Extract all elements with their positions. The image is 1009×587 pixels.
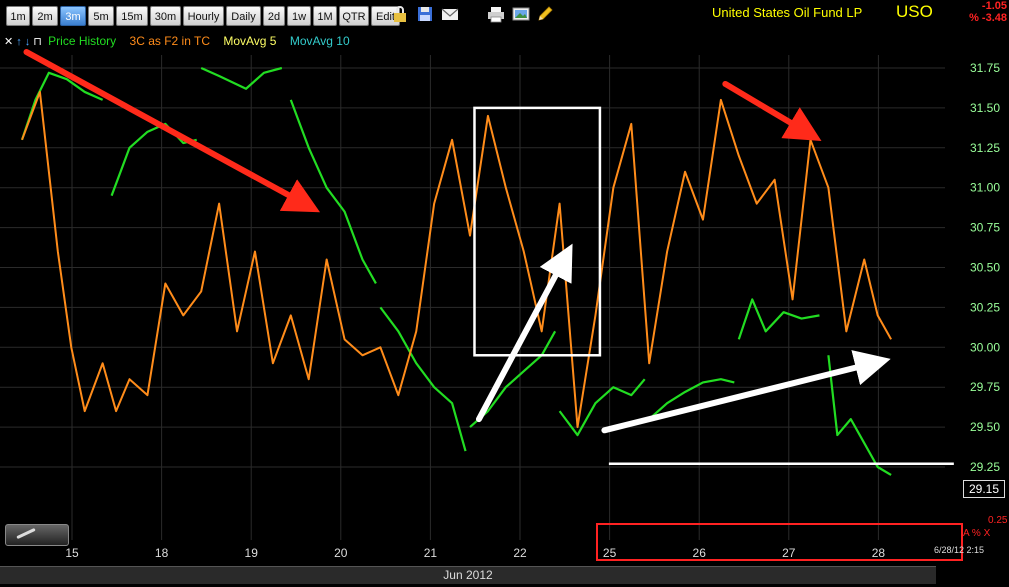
y-tick-label: 29.25 <box>970 460 1000 474</box>
y-tick-label: 31.25 <box>970 141 1000 155</box>
price-chart: 29.25 29.50 29.75 30.00 30.25 30.50 30.75 31.00… <box>0 49 1000 561</box>
scale-controls[interactable]: A % X <box>963 528 990 539</box>
x-tick-label: 20 <box>334 546 348 560</box>
y-tick-label: 30.50 <box>970 261 1000 275</box>
highlight-box <box>473 106 602 357</box>
price-series-segment <box>289 99 377 284</box>
x-tick-label: 18 <box>155 546 169 560</box>
price-series-segment <box>737 298 820 340</box>
x-tick-label: 28 <box>872 546 886 560</box>
x-tick-label: 27 <box>782 546 796 560</box>
x-tick-label: 15 <box>65 546 79 560</box>
x-tick-label: 25 <box>603 546 617 560</box>
last-price-label: 29.15 <box>963 480 1005 498</box>
y-tick-label: 29.75 <box>970 380 1000 394</box>
x-tick-label: 22 <box>513 546 527 560</box>
last-update-timestamp: 6/28/12 2:15 <box>934 545 985 555</box>
y-tick-label: 29.50 <box>970 420 1000 434</box>
x-tick-label: 26 <box>693 546 707 560</box>
axis-highlight-box <box>596 523 963 561</box>
x-tick-label: 21 <box>424 546 438 560</box>
indicator-series-line <box>21 90 892 429</box>
price-series-segment <box>200 66 283 90</box>
y-tick-label: 31.50 <box>970 101 1000 115</box>
x-tick-label: 19 <box>245 546 259 560</box>
scale-controls-label: A % X <box>963 528 991 539</box>
month-label: Jun 2012 <box>443 568 493 582</box>
y-tick-label: 30.25 <box>970 300 1000 314</box>
y-tick-label: 31.00 <box>970 181 1000 195</box>
chart-scroll-handle[interactable] <box>5 524 69 546</box>
y-tick-label: 31.75 <box>970 61 1000 75</box>
y-tick-label: 30.00 <box>970 340 1000 354</box>
y-tick-label: 30.75 <box>970 221 1000 235</box>
x-axis-bar: Jun 2012 <box>0 566 936 584</box>
percent-scale-value: 0.25 <box>988 515 1008 526</box>
